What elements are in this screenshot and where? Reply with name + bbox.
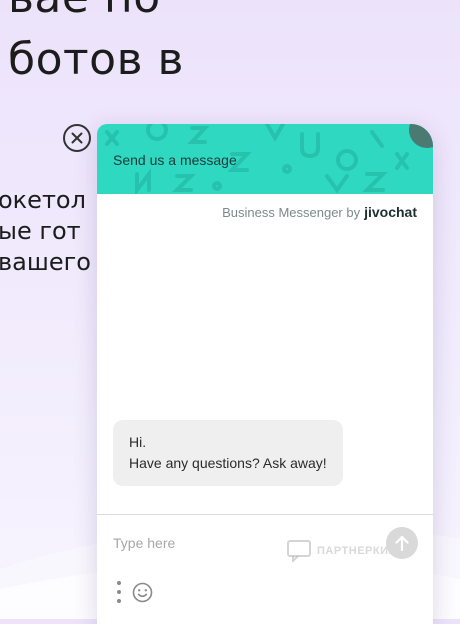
- chat-watermark-icon: [287, 540, 311, 562]
- more-vertical-icon-dot: [117, 590, 121, 594]
- more-vertical-icon-dot: [117, 599, 121, 603]
- header-title: Send us a message: [113, 152, 237, 168]
- branding-text: Business Messenger by: [222, 204, 361, 220]
- send-button[interactable]: [386, 527, 418, 559]
- close-circle-icon: [71, 132, 83, 144]
- message-bubble: Hi. Have any questions? Ask away!: [113, 420, 343, 486]
- background-heading-line1: ьае по: [8, 0, 161, 23]
- chat-header: Send us a message: [97, 124, 433, 194]
- background-paragraph-line: ые гот: [0, 217, 81, 245]
- chat-widget: Send us a message Business Messenger by …: [97, 124, 433, 624]
- background-paragraph-line: вашего: [0, 248, 91, 276]
- watermark: ПАРТНЕРКИН: [287, 540, 397, 562]
- composer-divider: [97, 514, 433, 515]
- message-line: Hi.: [129, 434, 147, 450]
- smiley-icon[interactable]: [132, 582, 153, 603]
- background-heading-line2: ботов в: [8, 34, 184, 85]
- branding[interactable]: Business Messenger by jivochat: [222, 204, 417, 220]
- arrow-up-icon: [395, 535, 409, 551]
- message-line: Have any questions? Ask away!: [129, 455, 327, 471]
- close-chat-button[interactable]: [63, 124, 91, 152]
- background-paragraph: окетол ые гот вашего: [0, 184, 98, 277]
- background-paragraph-line: окетол: [0, 186, 86, 214]
- watermark-text: ПАРТНЕРКИН: [317, 545, 397, 557]
- jivochat-logo: jivochat: [364, 204, 417, 220]
- more-vertical-icon: [117, 581, 121, 585]
- menu-button[interactable]: [115, 581, 123, 603]
